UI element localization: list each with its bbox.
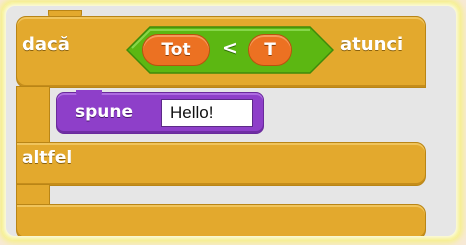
variable-reporter-t[interactable]: T	[248, 34, 292, 66]
say-text-input[interactable]: Hello!	[161, 99, 253, 127]
script-area: dacă atunci altfel Tot < T spune Hello!	[6, 6, 456, 236]
say-block-notch	[76, 90, 102, 97]
less-than-operator: <	[222, 37, 238, 59]
then-label: atunci	[340, 34, 404, 55]
less-than-condition[interactable]: Tot < T	[126, 26, 334, 74]
say-text-value: Hello!	[170, 103, 214, 122]
else-slot-notch	[70, 186, 98, 194]
variable-tot-label: Tot	[161, 40, 191, 60]
variable-reporter-tot[interactable]: Tot	[142, 34, 210, 66]
else-bar[interactable]	[16, 142, 426, 186]
if-else-block-foot[interactable]	[16, 204, 426, 236]
else-label: altfel	[22, 148, 73, 168]
variable-t-label: T	[264, 40, 276, 60]
if-block-arm	[16, 86, 50, 146]
say-block[interactable]: spune Hello!	[56, 92, 264, 134]
say-label: spune	[75, 102, 134, 122]
if-label: dacă	[22, 34, 70, 55]
